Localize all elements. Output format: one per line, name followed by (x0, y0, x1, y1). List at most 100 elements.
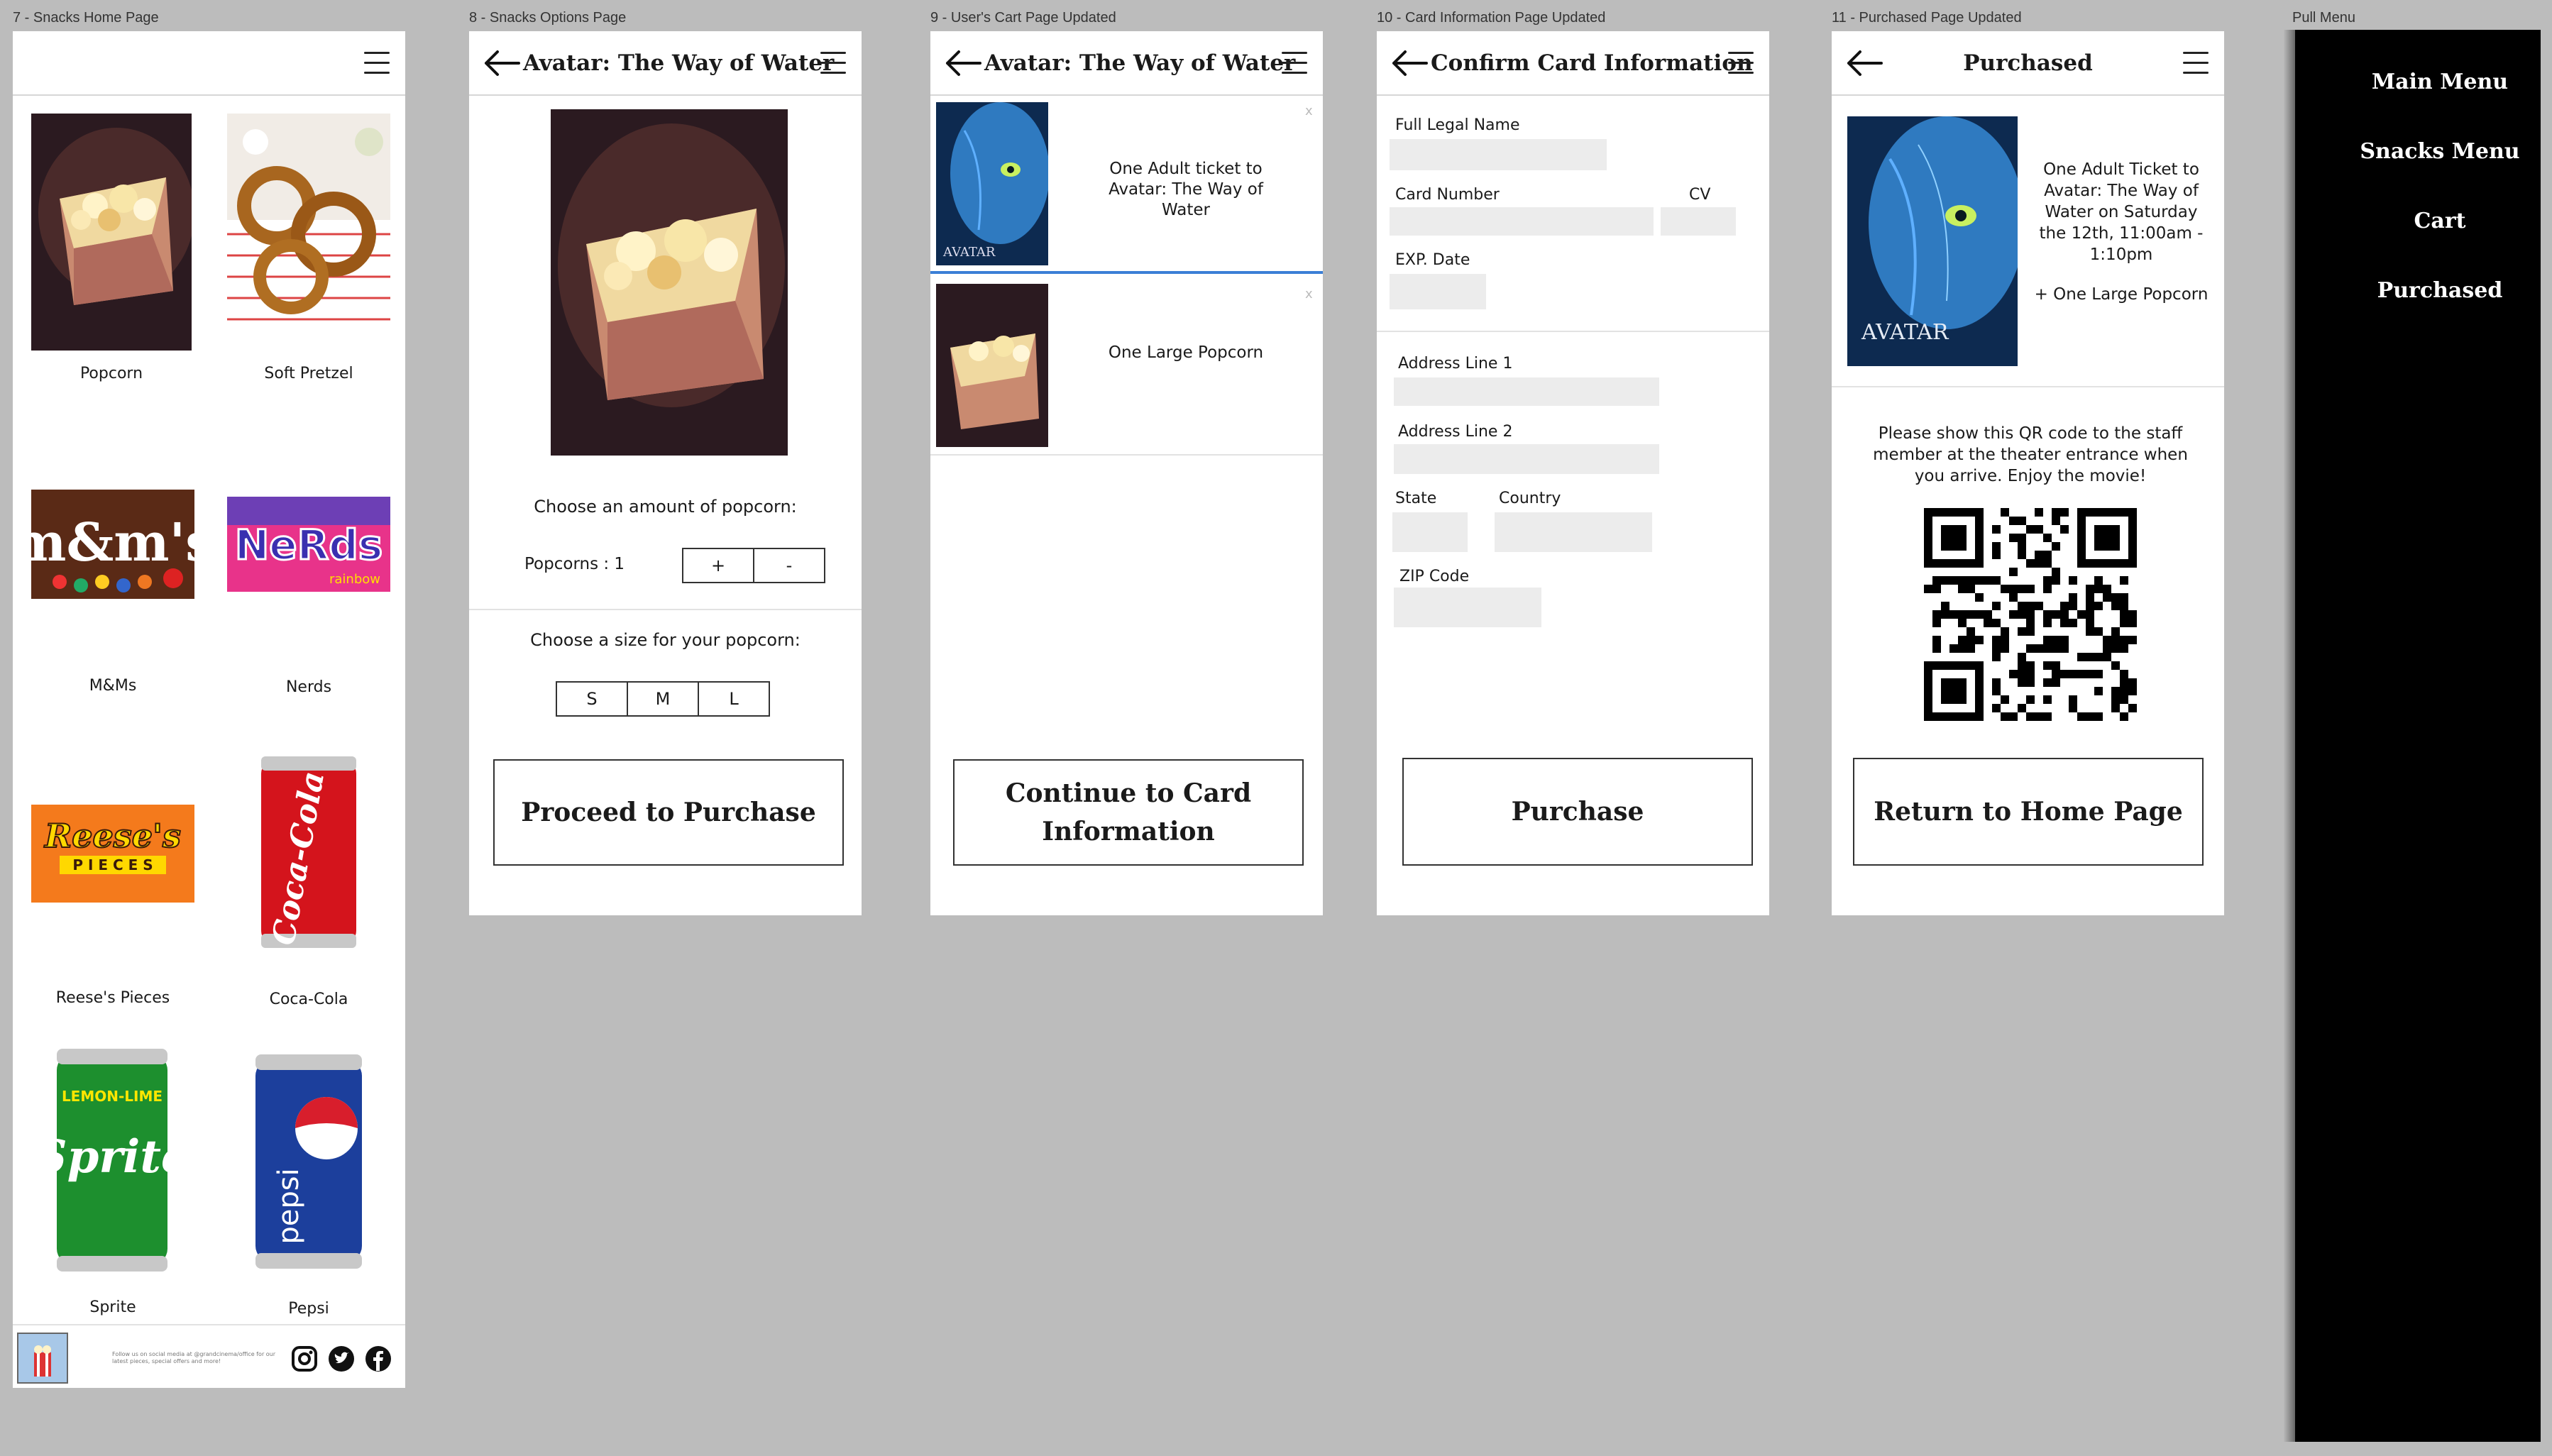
country-label: Country (1499, 490, 1561, 507)
popcorn-thumb (936, 284, 1048, 447)
back-arrow-icon[interactable] (1844, 49, 1884, 77)
mms-image[interactable]: m&m's (13, 490, 215, 599)
size-prompt: Choose a size for your popcorn: (530, 630, 801, 650)
increment-button[interactable]: + (682, 548, 754, 583)
address-line-1-label: Address Line 1 (1398, 355, 1513, 373)
avatar-poster: AVATAR (1847, 116, 2018, 366)
back-arrow-icon[interactable] (943, 49, 983, 77)
sprite-image[interactable]: LEMON-LIME Sprite (34, 1044, 190, 1276)
cv-label: CV (1689, 186, 1711, 204)
exp-date-label: EXP. Date (1395, 251, 1470, 269)
back-arrow-icon[interactable] (1390, 49, 1429, 77)
popcorn-image[interactable] (31, 114, 194, 351)
full-name-input[interactable] (1390, 139, 1607, 170)
pepsi-image[interactable]: pepsi (248, 1050, 369, 1272)
svg-text:pepsi: pepsi (273, 1168, 305, 1244)
popcorn-image (551, 109, 788, 456)
instagram-icon[interactable] (291, 1345, 318, 1372)
proceed-to-purchase-button[interactable]: Proceed to Purchase (493, 759, 844, 866)
menu-item-snacks-menu[interactable]: Snacks Menu (2312, 139, 2552, 164)
hamburger-menu-icon[interactable] (364, 52, 390, 75)
purchase-button[interactable]: Purchase (1402, 758, 1753, 866)
menu-item-main-menu[interactable]: Main Menu (2312, 70, 2552, 94)
svg-text:m&m's: m&m's (31, 512, 194, 573)
popcorn-count: Popcorns : 1 (524, 555, 625, 573)
page-title: Avatar: The Way of Water (984, 50, 1296, 76)
header: Purchased (1832, 31, 2224, 96)
state-label: State (1395, 490, 1437, 507)
snack-label: Popcorn (79, 365, 143, 382)
continue-to-card-button[interactable]: Continue to Card Information (953, 759, 1304, 866)
back-arrow-icon[interactable] (482, 49, 522, 77)
size-large-button[interactable]: L (698, 681, 770, 717)
address-line-2-label: Address Line 2 (1398, 423, 1513, 441)
page-title: Avatar: The Way of Water (523, 50, 835, 76)
address-line-2-input[interactable] (1394, 444, 1659, 474)
svg-text:P I E C E S: P I E C E S (72, 856, 153, 873)
svg-text:Sprite: Sprite (50, 1130, 175, 1184)
twitter-icon[interactable] (328, 1345, 355, 1372)
size-small-button[interactable]: S (556, 681, 628, 717)
cart-item-text: One Large Popcorn (1108, 343, 1264, 362)
coca-cola-image[interactable]: Coca-Cola (255, 754, 362, 951)
frame-label-pull-menu: Pull Menu (2292, 10, 2355, 26)
avatar-poster-thumb: AVATAR (936, 102, 1048, 265)
header: Avatar: The Way of Water (469, 31, 862, 96)
card-number-input[interactable] (1390, 207, 1654, 236)
svg-text:LEMON-LIME: LEMON-LIME (62, 1088, 163, 1105)
header: Avatar: The Way of Water (930, 31, 1323, 96)
pull-menu-panel (2295, 30, 2541, 1442)
frame-label-purchased: 11 - Purchased Page Updated (1832, 10, 2022, 26)
header: Confirm Card Information (1377, 31, 1769, 96)
card-info-frame: Confirm Card Information Full Legal Name… (1377, 31, 1769, 915)
frame-label-cart: 9 - User's Cart Page Updated (930, 10, 1116, 26)
page-title: Purchased (1963, 50, 2093, 76)
snacks-options-frame: Avatar: The Way of Water Choose an amoun… (469, 31, 862, 915)
exp-date-input[interactable] (1390, 274, 1486, 309)
zip-code-input[interactable] (1394, 588, 1541, 627)
hamburger-menu-icon[interactable] (2183, 52, 2209, 75)
page-title: Confirm Card Information (1431, 50, 1753, 76)
svg-text:Reese's: Reese's (43, 817, 181, 855)
qr-code (1924, 508, 2137, 721)
cinema-logo[interactable] (17, 1333, 68, 1384)
svg-text:rainbow: rainbow (329, 572, 380, 587)
return-home-button[interactable]: Return to Home Page (1853, 758, 2204, 866)
footer-divider (13, 1324, 405, 1325)
footer-text: Follow us on social media at @grandcinem… (112, 1351, 276, 1364)
size-medium-button[interactable]: M (627, 681, 699, 717)
decrement-button[interactable]: - (753, 548, 825, 583)
snack-label: Nerds (285, 678, 332, 696)
divider (930, 454, 1323, 456)
selected-item-divider (930, 271, 1323, 274)
remove-item-icon[interactable]: x (1305, 287, 1313, 302)
divider (469, 609, 862, 610)
remove-item-icon[interactable]: x (1305, 104, 1313, 118)
hamburger-menu-icon[interactable] (1728, 52, 1754, 75)
card-number-label: Card Number (1395, 186, 1500, 204)
purchased-frame: Purchased AVATAR One Adult Ticket to Ava… (1832, 31, 2224, 915)
frame-label-home: 7 - Snacks Home Page (13, 10, 159, 26)
reeses-image[interactable]: Reese's P I E C E S (31, 805, 194, 903)
state-input[interactable] (1392, 512, 1468, 552)
poster-title-text: AVATAR (943, 245, 996, 260)
snack-label: Sprite (89, 1298, 136, 1316)
menu-item-cart[interactable]: Cart (2312, 209, 2552, 233)
qr-instructions: Please show this QR code to the staff me… (1873, 424, 2188, 485)
frame-label-card: 10 - Card Information Page Updated (1377, 10, 1606, 26)
hamburger-menu-icon[interactable] (1282, 52, 1307, 75)
hamburger-menu-icon[interactable] (820, 52, 846, 75)
pretzel-image[interactable] (227, 114, 390, 351)
snack-label: M&Ms (89, 677, 137, 695)
facebook-icon[interactable] (365, 1345, 392, 1372)
menu-item-purchased[interactable]: Purchased (2312, 278, 2552, 303)
cart-frame: Avatar: The Way of Water AVATAR One Adul… (930, 31, 1323, 915)
snack-label: Soft Pretzel (264, 365, 353, 382)
zip-code-label: ZIP Code (1399, 568, 1470, 585)
nerds-image[interactable]: NeRds rainbow (227, 497, 390, 592)
snacks-home-frame: Popcorn Soft Pretzel m&m's M&Ms (13, 31, 405, 1388)
address-line-1-input[interactable] (1394, 377, 1659, 406)
cv-input[interactable] (1661, 207, 1736, 236)
poster-title-text: AVATAR (1861, 320, 1949, 345)
country-input[interactable] (1495, 512, 1652, 552)
